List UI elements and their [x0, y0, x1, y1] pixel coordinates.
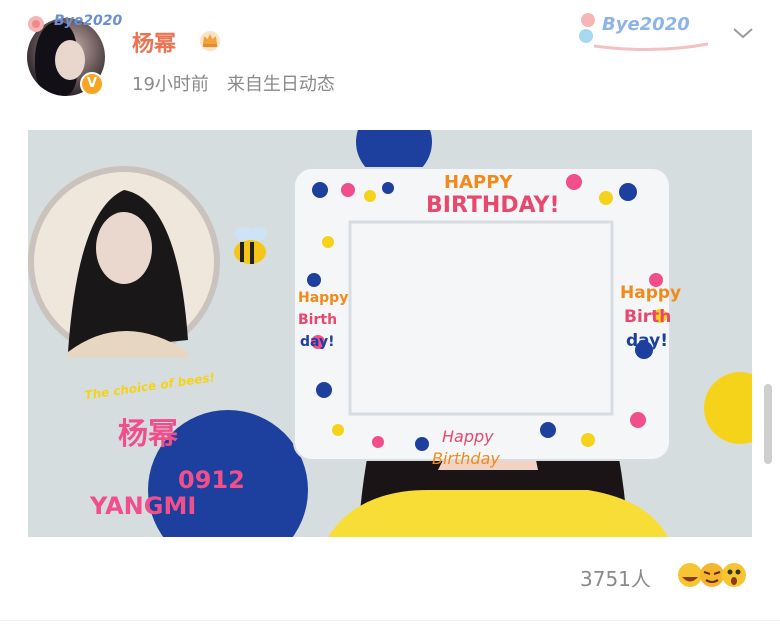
photo-caption: The choice of bees!	[84, 370, 216, 402]
avatar-face	[55, 40, 85, 80]
avatar-pendant-text: Bye2020	[54, 13, 123, 29]
birthday-illustration: 杨幂 0912 YANGMI The choice of bees! HAPPY…	[28, 130, 752, 537]
frame-side-text-3: day!	[626, 331, 668, 351]
post-meta: 19小时前 来自生日动态	[132, 70, 335, 96]
crown-icon[interactable]	[198, 28, 222, 52]
scrollbar[interactable]	[764, 384, 772, 464]
avatar[interactable]: Bye2020 V	[24, 10, 122, 96]
chevron-down-icon[interactable]	[732, 26, 754, 40]
frame-left-text-1: Happy	[298, 290, 348, 306]
frame-top-text-2: BIRTHDAY!	[426, 193, 559, 218]
reaction-emoji-icons[interactable]	[676, 560, 756, 590]
frame-left-text-3: day!	[300, 334, 335, 350]
photo-date: 0912	[178, 466, 245, 494]
frame-side-text-1: Happy	[620, 283, 681, 303]
frame-left-text-2: Birth	[298, 312, 337, 328]
frame-top-text-1: HAPPY	[444, 172, 513, 193]
frame-bottom-text-2: Birthday	[432, 449, 500, 468]
post-time: 19小时前	[132, 74, 209, 95]
photo-name-en: YANGMI	[89, 492, 196, 520]
post-source[interactable]: 来自生日动态	[227, 74, 335, 95]
action-bar	[0, 620, 780, 640]
card-text: Bye2020	[602, 14, 690, 35]
photo-name-cn: 杨幂	[118, 417, 178, 452]
frame-side-text-2: Birth	[624, 307, 671, 327]
verified-badge-icon: V	[80, 72, 104, 96]
likes-count[interactable]: 3751人	[580, 563, 651, 592]
username[interactable]: 杨幂	[132, 26, 176, 58]
post-image[interactable]: 杨幂 0912 YANGMI The choice of bees! HAPPY…	[28, 130, 752, 537]
frame-bottom-text-1: Happy	[442, 427, 494, 446]
